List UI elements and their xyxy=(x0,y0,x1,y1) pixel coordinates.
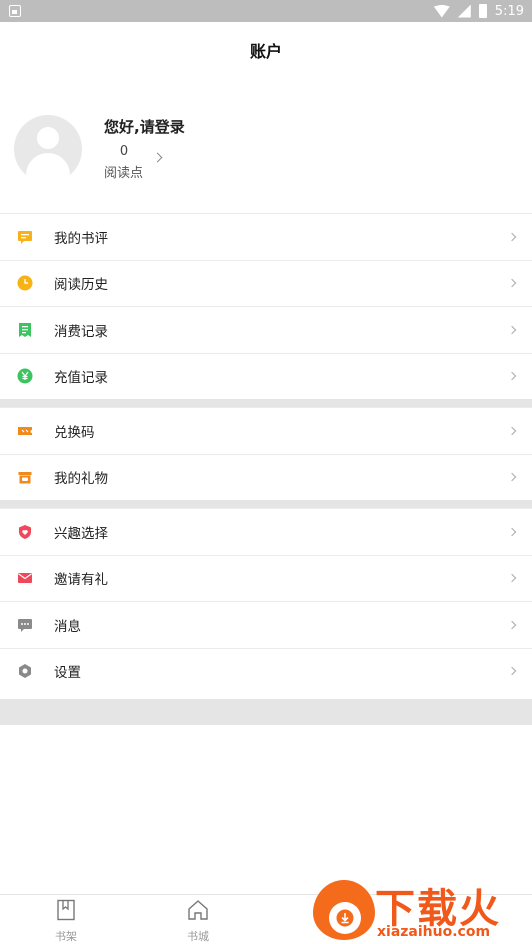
chevron-right-icon xyxy=(507,574,517,583)
profile-section: 您好,请登录 0 阅读点 xyxy=(0,100,532,210)
clock-icon xyxy=(17,275,33,291)
avatar-body-shape xyxy=(26,153,70,183)
chevron-right-icon xyxy=(507,372,517,381)
bookshelf-icon xyxy=(56,899,76,925)
menu-item-invite-gift[interactable]: 邀请有礼 xyxy=(0,554,532,602)
reading-points-value: 0 xyxy=(119,144,129,159)
reading-points-label: 阅读点 xyxy=(104,166,144,181)
menu-item-label: 邀请有礼 xyxy=(54,572,108,589)
flame-logo-icon xyxy=(313,880,375,940)
envelope-icon xyxy=(17,570,33,586)
tab-bookshelf[interactable]: 书架 xyxy=(36,899,96,943)
chevron-right-icon xyxy=(507,279,517,288)
watermark-url: xiazaihuo.com xyxy=(377,924,491,940)
menu-item-recharge-records[interactable]: 充值记录 xyxy=(0,352,532,400)
menu-item-spending-records[interactable]: 消费记录 xyxy=(0,306,532,353)
tab-label: 书城 xyxy=(187,930,209,943)
menu-item-label: 充值记录 xyxy=(54,370,108,387)
login-greeting[interactable]: 您好,请登录 xyxy=(104,116,185,137)
menu-item-label: 阅读历史 xyxy=(54,277,108,294)
menu-item-label: 设置 xyxy=(54,665,81,682)
status-time: 5:19 xyxy=(494,3,524,19)
status-bar-indicators: 5:19 xyxy=(433,2,524,20)
menu-item-label: 消费记录 xyxy=(54,323,108,340)
coupon-icon xyxy=(17,423,33,439)
battery-icon xyxy=(478,4,487,18)
chevron-right-icon xyxy=(507,426,517,435)
review-icon xyxy=(17,229,33,245)
chevron-right-icon xyxy=(507,667,517,676)
menu-item-messages[interactable]: 消息 xyxy=(0,601,532,648)
avatar[interactable] xyxy=(14,115,82,183)
chevron-right-icon xyxy=(507,473,517,482)
message-icon xyxy=(17,617,33,633)
notification-icon xyxy=(9,5,21,17)
watermark-logo: 下载火 xiazaihuo.com xyxy=(313,874,528,942)
reading-points[interactable]: 0 阅读点 xyxy=(104,144,164,181)
group-divider xyxy=(0,500,532,508)
menu-item-label: 兴趣选择 xyxy=(54,525,108,542)
status-bar: 5:19 xyxy=(0,0,532,22)
menu-item-label: 我的礼物 xyxy=(54,471,108,488)
yen-coin-icon xyxy=(17,368,33,384)
chevron-right-icon xyxy=(507,620,517,629)
menu-item-reading-history[interactable]: 阅读历史 xyxy=(0,259,532,307)
avatar-head-shape xyxy=(37,127,59,149)
chevron-right-icon xyxy=(507,232,517,241)
chevron-right-icon xyxy=(152,152,163,163)
menu-item-label: 消息 xyxy=(54,618,81,635)
chevron-right-icon xyxy=(507,527,517,536)
menu-footer-spacer xyxy=(0,699,532,725)
menu-item-label: 兑换码 xyxy=(54,424,95,441)
menu-item-my-gifts[interactable]: 我的礼物 xyxy=(0,453,532,501)
group-divider xyxy=(0,399,532,407)
menu-item-redeem-code[interactable]: 兑换码 xyxy=(0,407,532,454)
gift-icon xyxy=(17,469,33,485)
gear-icon xyxy=(17,663,33,679)
page-title: 账户 xyxy=(249,42,282,61)
bookstore-home-icon xyxy=(187,899,209,925)
tab-bookstore[interactable]: 书城 xyxy=(168,899,228,943)
menu-item-label: 我的书评 xyxy=(54,230,108,247)
account-menu: 我的书评 阅读历史 消费记录 充值记录 兑换码 我的礼物 兴趣选择 邀请有礼 消… xyxy=(0,213,532,694)
cellular-signal-icon xyxy=(457,4,471,18)
download-icon xyxy=(329,902,361,934)
menu-item-my-reviews[interactable]: 我的书评 xyxy=(0,213,532,260)
wifi-icon xyxy=(433,4,450,18)
receipt-icon xyxy=(17,322,33,338)
menu-item-interests[interactable]: 兴趣选择 xyxy=(0,508,532,555)
page-header: 账户 xyxy=(0,22,532,78)
shield-heart-icon xyxy=(17,524,33,540)
tab-label: 书架 xyxy=(55,930,77,943)
chevron-right-icon xyxy=(507,325,517,334)
menu-item-settings[interactable]: 设置 xyxy=(0,647,532,695)
